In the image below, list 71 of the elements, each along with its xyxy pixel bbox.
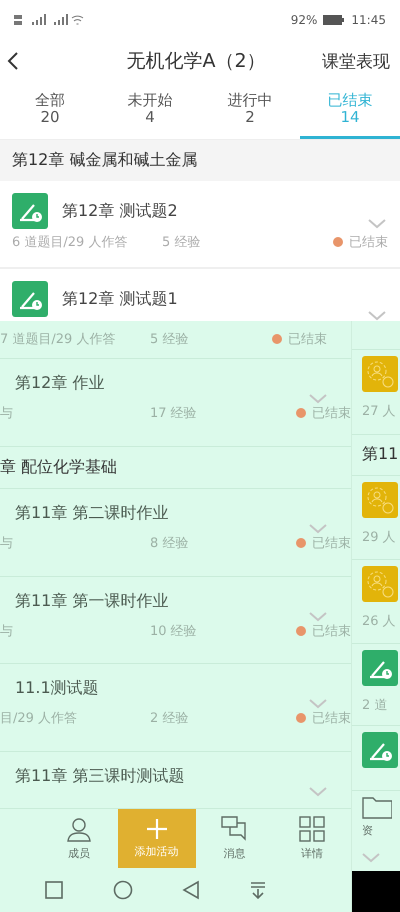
people-icon (362, 566, 398, 602)
filter-tab[interactable]: 进行中 2 (200, 82, 300, 139)
filter-tab[interactable]: 全部 20 (0, 82, 100, 139)
status-label: 已结束 (312, 534, 351, 552)
nav-tab[interactable]: 消息 (196, 809, 274, 868)
pencil-clock-icon (12, 281, 48, 317)
activity-title[interactable]: 第12章 作业 (15, 372, 327, 394)
status-label: 已结束 (288, 331, 327, 348)
chapter-header: 第12章 碱金属和碱土金属 (0, 140, 400, 181)
chapter-header: 第11 (362, 444, 400, 466)
experience-points: 5 经验 (162, 234, 202, 251)
participant-count: 26 人 (362, 612, 397, 630)
experience-points: 17 经验 (150, 404, 198, 422)
battery-percent: 92% (290, 13, 318, 27)
nav-tab[interactable]: 资 (362, 822, 400, 838)
activity-title[interactable]: 第12章 测试题2 (62, 200, 178, 222)
chevron-down-icon[interactable] (309, 787, 327, 798)
chevron-down-icon[interactable] (309, 524, 327, 534)
chat-icon (221, 816, 248, 842)
status-label: 已结束 (312, 710, 351, 728)
battery-icon (323, 15, 346, 25)
experience-points: 2 经验 (150, 710, 190, 728)
folder-icon[interactable] (362, 796, 392, 819)
grid-icon (299, 816, 326, 842)
status-label: 已结束 (312, 404, 351, 422)
answer-count: 目/29 人作答 (0, 710, 78, 728)
back-icon[interactable] (6, 51, 20, 71)
people-icon (362, 356, 398, 392)
experience-points: 8 经验 (150, 534, 190, 552)
plus-icon (146, 818, 168, 840)
answer-count: 与 (0, 404, 14, 422)
answer-count: 与 (0, 622, 14, 640)
activity-title[interactable]: 第11章 第二课时作业 (15, 502, 327, 524)
person-icon (66, 816, 92, 842)
chevron-down-icon[interactable] (362, 852, 380, 863)
chevron-down-icon[interactable] (368, 219, 386, 229)
chevron-down-icon[interactable] (368, 311, 386, 321)
course-title: 无机化学A（2） (125, 49, 267, 74)
activity-title[interactable]: 第11章 第三课时测试题 (15, 766, 327, 788)
activity-title[interactable]: 11.1测试题 (15, 678, 327, 700)
pencil-clock-icon (362, 732, 398, 768)
participant-count: 29 人 (362, 528, 397, 546)
answer-count: 7 道题目/29 人作答 (0, 331, 116, 348)
circle-icon[interactable] (112, 880, 133, 900)
filter-tab[interactable]: 未开始 4 (100, 82, 200, 139)
activity-title[interactable]: 第12章 测试题1 (62, 288, 178, 310)
status-label: 已结束 (349, 234, 388, 251)
blank-screen-area (352, 870, 400, 912)
chevron-down-icon[interactable] (309, 699, 327, 710)
people-icon (362, 482, 398, 518)
performance-link[interactable]: 课堂表现 (322, 50, 390, 72)
pencil-clock-icon (12, 193, 48, 229)
answer-count: 与 (0, 534, 14, 552)
answer-count: 6 道题目/29 人作答 (12, 234, 128, 251)
pencil-clock-icon (362, 650, 398, 686)
question-count: 2 道 (362, 696, 388, 714)
back-triangle-icon[interactable] (182, 880, 200, 900)
pull-down-icon[interactable] (250, 881, 266, 900)
clock-time: 11:45 (351, 13, 386, 27)
chevron-down-icon[interactable] (309, 394, 327, 404)
chapter-header: 章 配位化学基础 (0, 446, 351, 489)
nav-tab[interactable]: 详情 (273, 809, 351, 868)
nav-tab[interactable]: 成员 (40, 809, 118, 868)
participant-count: 27 人 (362, 403, 397, 420)
experience-points: 5 经验 (150, 331, 190, 348)
experience-points: 10 经验 (150, 622, 198, 640)
chevron-down-icon[interactable] (309, 612, 327, 622)
status-label: 已结束 (312, 622, 351, 640)
square-icon[interactable] (44, 881, 63, 900)
signal-icon (14, 13, 84, 27)
activity-title[interactable]: 第11章 第一课时作业 (15, 590, 327, 612)
